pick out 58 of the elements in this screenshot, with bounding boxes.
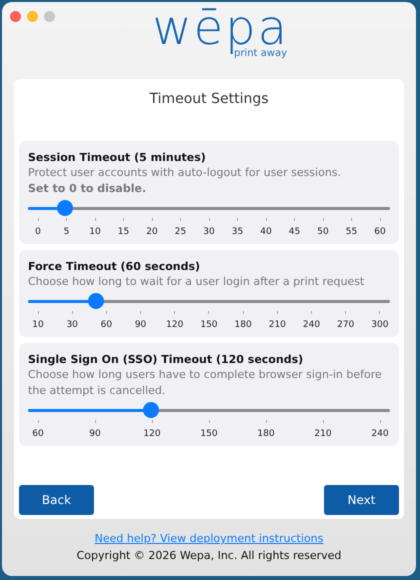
tick-label: 180	[234, 320, 252, 330]
tick-label: 40	[260, 227, 272, 237]
tick-label: 150	[200, 320, 218, 330]
tick-label: 10	[89, 227, 101, 237]
tick-mark	[351, 218, 352, 221]
tick-mark	[66, 218, 67, 221]
back-button[interactable]: Back	[19, 485, 94, 515]
next-button[interactable]: Next	[324, 485, 399, 515]
slider-thumb[interactable]	[56, 200, 73, 216]
tick-label: 150	[200, 429, 218, 439]
tick-label: 25	[174, 227, 186, 237]
tick-label: 60	[374, 227, 386, 237]
tick-label: 30	[203, 227, 215, 237]
tick-label: 35	[232, 227, 244, 237]
copyright-text: Copyright © 2026 Wepa, Inc. All rights reserved	[76, 549, 342, 562]
tick-mark	[276, 311, 278, 314]
tick-label: 30	[66, 320, 78, 330]
tick-label: 45	[288, 227, 300, 237]
tick-label: 90	[89, 429, 101, 439]
page-title: Timeout Settings	[149, 91, 269, 109]
tick-label: 20	[146, 227, 158, 237]
tick-label: 210	[268, 320, 286, 330]
tick-label: 120	[166, 320, 184, 330]
section-description: Choose how long to wait for a user login after a print request	[28, 274, 366, 290]
section-heading: Session Timeout (5 minutes)	[28, 150, 207, 165]
tick-label: 90	[134, 320, 146, 330]
tick-mark	[237, 218, 238, 221]
tick-label: 0	[35, 227, 41, 237]
tick-label: 240	[371, 429, 389, 439]
tick-label: 55	[346, 227, 358, 237]
tick-label: 180	[257, 429, 275, 439]
section-heading: Force Timeout (60 seconds)	[28, 259, 202, 274]
section-description: Choose how long users have to complete browser sign-in before the attempt is cancelled.	[28, 367, 383, 399]
tick-label: 60	[32, 429, 44, 439]
section-description: Protect user accounts with auto-logout for user sessions.	[28, 165, 342, 181]
tick-mark	[180, 218, 181, 221]
tick-label: 240	[302, 320, 320, 330]
tick-label: 300	[371, 320, 388, 330]
tick-mark	[123, 218, 124, 221]
tick-label: 60	[100, 320, 112, 330]
zoom-icon	[44, 11, 55, 22]
tick-mark	[311, 311, 312, 314]
slider-thumb[interactable]	[143, 402, 160, 418]
tick-label: 15	[118, 227, 130, 237]
tick-label: 50	[317, 227, 329, 237]
section-note: Set to 0 to disable.	[28, 181, 148, 197]
tick-label: 120	[143, 429, 161, 439]
tick-label: 270	[337, 320, 354, 330]
tick-mark	[345, 311, 346, 314]
tick-mark	[294, 218, 295, 221]
close-icon[interactable]	[10, 11, 21, 22]
tick-label: 5	[64, 227, 70, 237]
tick-label: 10	[32, 320, 44, 330]
tick-label: 210	[314, 429, 332, 439]
slider-thumb[interactable]	[88, 293, 104, 309]
tick-mark	[106, 311, 107, 314]
section-heading: Single Sign On (SSO) Timeout (120 seconds)	[28, 352, 304, 367]
tick-mark	[140, 311, 142, 314]
